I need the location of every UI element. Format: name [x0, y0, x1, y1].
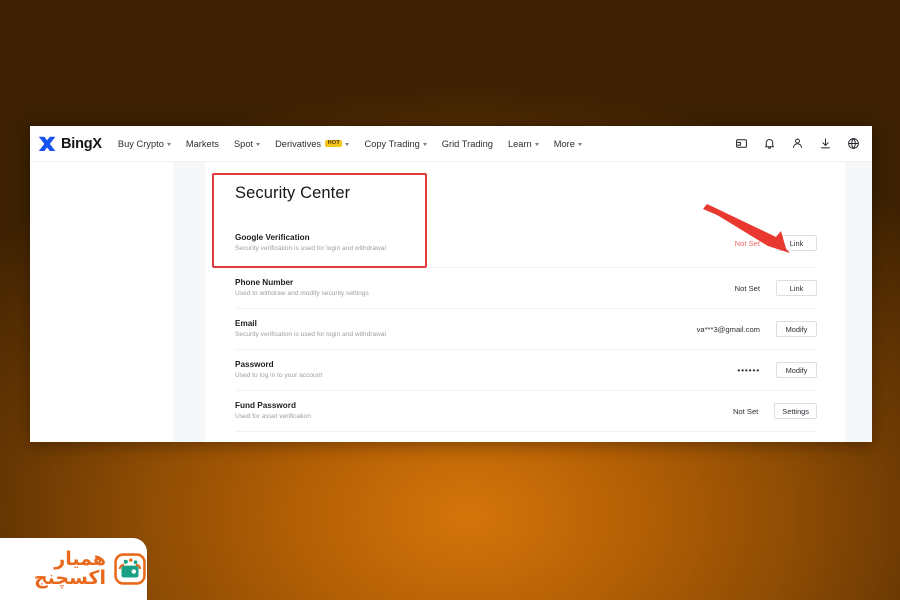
nav-links: Buy Crypto Markets Spot Derivatives HOT …	[118, 139, 582, 149]
row-title: Fund Password	[235, 400, 296, 410]
nav-item-spot[interactable]: Spot	[233, 138, 261, 149]
browser-window: BingX Buy Crypto Markets Spot Derivative…	[30, 126, 872, 442]
nav-label: Markets	[185, 138, 219, 149]
nav-icon-group	[735, 137, 860, 150]
modify-email-button[interactable]: Modify	[776, 321, 817, 337]
user-icon[interactable]	[791, 137, 804, 150]
top-navigation-bar: BingX Buy Crypto Markets Spot Derivative…	[30, 126, 872, 162]
hot-badge: HOT	[325, 139, 343, 148]
row-status-value: va***3@gmail.com	[696, 324, 760, 334]
link-google-verification-button[interactable]: Link	[776, 235, 817, 251]
nav-label: Derivatives	[275, 138, 322, 149]
chevron-down-icon	[166, 142, 171, 146]
security-center-panel: Security Center Google Verification Secu…	[205, 162, 845, 442]
watermark-text: همیار اکسچنج	[33, 548, 106, 589]
chevron-down-icon	[256, 142, 261, 146]
row-text-block: Google Verification Security verificatio…	[235, 232, 735, 254]
brand-name: BingX	[61, 135, 102, 152]
row-status-value: ••••••	[737, 365, 760, 375]
row-description: Used to log in to your account	[235, 372, 323, 380]
nav-label: Spot	[233, 138, 254, 149]
nav-label: Grid Trading	[441, 138, 493, 149]
watermark-badge: همیار اکسچنج	[0, 538, 147, 600]
row-title: Password	[235, 359, 274, 369]
row-status-value: Not Set	[732, 406, 759, 416]
row-title: Google Verification	[235, 232, 310, 242]
brand-logo[interactable]: BingX	[38, 136, 102, 152]
row-status-value: Not Set	[734, 238, 760, 248]
nav-item-more[interactable]: More	[554, 139, 582, 149]
row-title: Phone Number	[235, 277, 294, 287]
row-text-block: Fund Password Used for asset verificatio…	[235, 400, 733, 422]
fund-password-settings-button[interactable]: Settings	[774, 403, 817, 419]
chevron-down-icon	[577, 142, 582, 146]
row-status-value: Not Set	[734, 283, 760, 293]
chevron-down-icon	[422, 142, 427, 146]
globe-icon[interactable]	[847, 137, 860, 150]
nav-item-copy-trading[interactable]: Copy Trading	[364, 138, 427, 149]
link-phone-number-button[interactable]: Link	[776, 280, 817, 296]
row-description: Used for asset verification	[235, 413, 311, 421]
row-title: Email	[235, 318, 257, 328]
row-text-block: Password Used to log in to your account	[235, 359, 737, 381]
nav-item-buy-crypto[interactable]: Buy Crypto	[118, 139, 171, 149]
security-settings-list: Google Verification Security verificatio…	[205, 219, 845, 432]
row-description: Used to withdraw and modify security set…	[235, 290, 369, 298]
right-gutter	[845, 162, 872, 442]
row-text-block: Email Security verification is used for …	[235, 318, 697, 340]
nav-item-grid-trading[interactable]: Grid Trading	[442, 139, 493, 149]
bell-icon[interactable]	[763, 137, 776, 150]
nav-item-derivatives[interactable]: Derivatives HOT	[275, 138, 350, 149]
row-text-block: Phone Number Used to withdraw and modify…	[235, 277, 735, 299]
security-row-fund-password: Fund Password Used for asset verificatio…	[235, 391, 817, 432]
app-body: Security Center Google Verification Secu…	[30, 162, 872, 442]
nav-label: Copy Trading	[364, 138, 420, 149]
download-icon[interactable]	[819, 137, 832, 150]
nav-item-markets[interactable]: Markets	[186, 139, 219, 149]
chevron-down-icon	[534, 142, 539, 146]
security-row-password: Password Used to log in to your account …	[235, 350, 817, 391]
security-row-email: Email Security verification is used for …	[235, 309, 817, 350]
sidebar-gutter	[173, 162, 205, 442]
row-description: Security verification is used for login …	[235, 245, 386, 253]
security-row-phone-number: Phone Number Used to withdraw and modify…	[235, 268, 817, 309]
wallet-icon[interactable]	[735, 137, 748, 150]
nav-label: More	[553, 138, 575, 149]
modify-password-button[interactable]: Modify	[776, 362, 817, 378]
chevron-down-icon	[345, 142, 350, 146]
left-sidebar	[30, 162, 173, 442]
nav-label: Learn	[507, 138, 532, 149]
security-row-google-verification: Google Verification Security verificatio…	[235, 219, 817, 268]
nav-item-learn[interactable]: Learn	[508, 139, 539, 149]
wallet-exchange-icon	[113, 552, 147, 586]
row-description: Security verification is used for login …	[235, 331, 386, 339]
page-title: Security Center	[235, 184, 351, 202]
nav-label: Buy Crypto	[117, 138, 164, 149]
bingx-x-logo-icon	[38, 136, 57, 152]
